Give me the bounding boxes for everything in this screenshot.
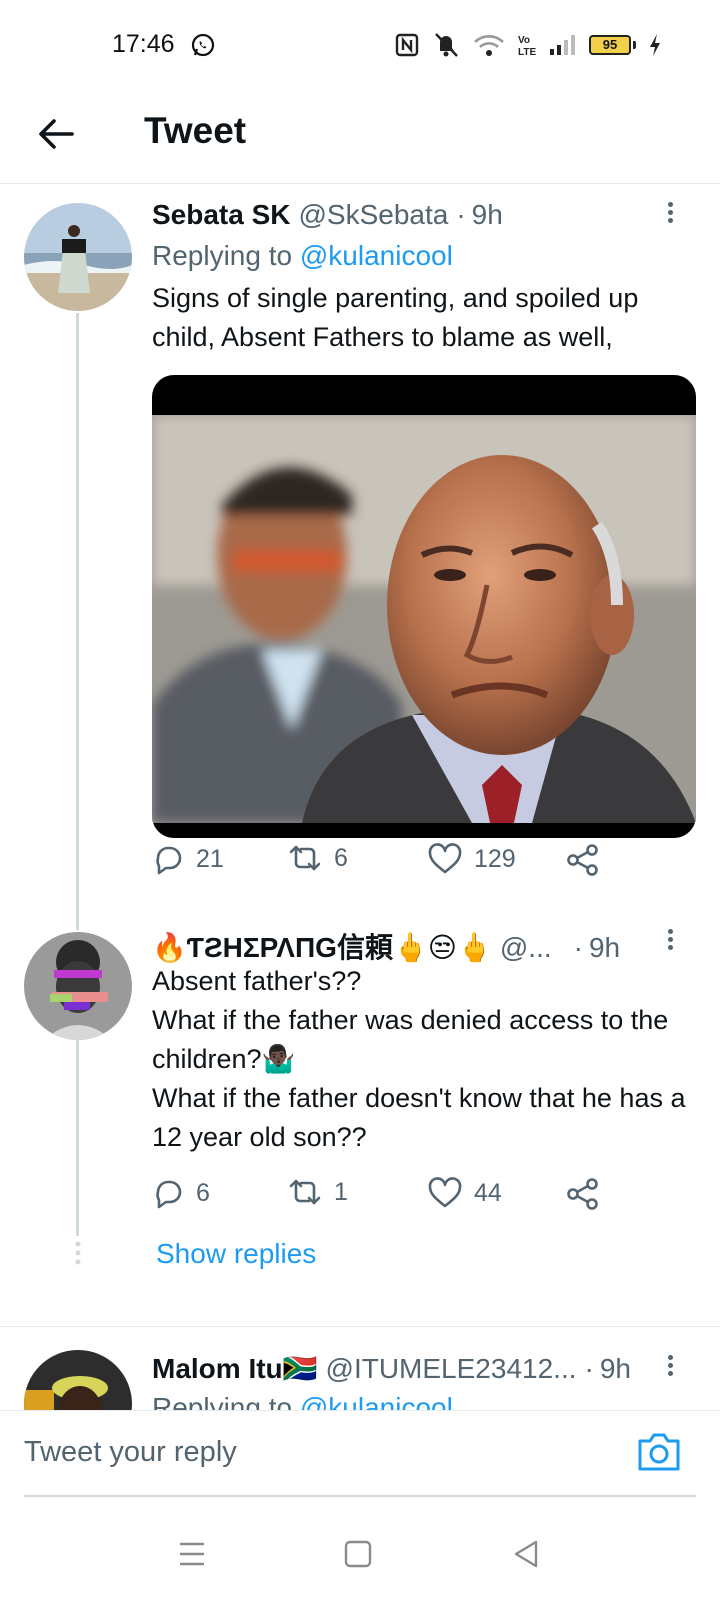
tweet-text: Signs of single parenting, and spoiled u… — [152, 283, 639, 352]
share-button[interactable] — [566, 843, 600, 877]
separator-dot: · — [584, 1353, 594, 1384]
like-icon — [428, 1177, 462, 1208]
show-replies-link[interactable]: Show replies — [156, 1238, 316, 1270]
back-arrow-icon[interactable] — [36, 114, 76, 154]
whatsapp-icon — [191, 33, 215, 57]
reply-count: 6 — [196, 1178, 210, 1207]
tweet-actions: 6 1 44 — [152, 1177, 622, 1217]
mute-icon — [435, 33, 458, 57]
wifi-icon — [474, 35, 504, 56]
reply-icon — [156, 1180, 182, 1209]
retweet-icon — [289, 1179, 321, 1205]
separator-dot: · — [573, 932, 583, 963]
home-icon[interactable] — [338, 1534, 378, 1574]
volte-icon: VoLTE — [518, 35, 536, 58]
photo — [152, 415, 696, 823]
menu-icon[interactable] — [172, 1534, 212, 1574]
tweet[interactable]: Malom Itu🇿🇦 @ITUMELE23412... · 9h Replyi… — [0, 1326, 720, 1410]
timestamp[interactable]: 9h — [472, 199, 503, 231]
replying-to: Replying to @kulanicool — [152, 240, 453, 272]
thread-line — [76, 1040, 79, 1236]
display-name[interactable]: Malom Itu🇿🇦 — [152, 1352, 318, 1385]
like-button[interactable]: 129 — [428, 843, 516, 875]
reply-button[interactable]: 6 — [152, 1177, 210, 1209]
share-icon — [567, 1178, 598, 1210]
system-navbar — [0, 1510, 720, 1600]
tweet-header: Malom Itu🇿🇦 @ITUMELE23412... · 9h — [152, 1352, 664, 1385]
like-count: 129 — [474, 844, 516, 873]
more-icon[interactable] — [660, 1352, 680, 1384]
like-icon — [428, 843, 462, 874]
retweet-count: 1 — [334, 1177, 348, 1206]
separator-dot: · — [456, 199, 466, 230]
camera-icon[interactable] — [636, 1429, 682, 1473]
retweet-button[interactable]: 6 — [288, 843, 348, 873]
username[interactable]: @SkSebata — [299, 199, 449, 231]
page-title: Tweet — [144, 110, 247, 151]
timestamp[interactable]: 9h — [600, 1353, 631, 1385]
status-time: 17:46 — [112, 30, 175, 58]
thread-line — [76, 313, 79, 930]
username[interactable]: @ITUMELE23412... — [326, 1353, 577, 1385]
reply-count: 21 — [196, 844, 224, 873]
tweet-text: Absent father's?? What if the father was… — [152, 966, 686, 1152]
display-name[interactable]: 🔥ƬƧΗΣΡΛΠG信頼🖕😒🖕 — [152, 926, 492, 966]
replying-prefix: Replying to — [152, 1392, 293, 1410]
replying-to-link[interactable]: @kulanicool — [300, 240, 453, 271]
tweet-actions: 21 6 129 — [152, 843, 622, 883]
signal-icon — [550, 35, 575, 55]
tweet-header: 🔥ƬƧΗΣΡΛΠG信頼🖕😒🖕 @... · 9h — [152, 926, 664, 966]
reply-composer — [0, 1410, 720, 1502]
reply-button[interactable]: 21 — [152, 843, 224, 875]
thread-dots — [75, 1241, 81, 1265]
composer-underline — [24, 1495, 696, 1497]
avatar[interactable] — [24, 932, 132, 1040]
retweet-button[interactable]: 1 — [288, 1177, 348, 1207]
like-button[interactable]: 44 — [428, 1177, 502, 1209]
replying-to-link[interactable]: @kulanicool — [300, 1392, 453, 1410]
tweet[interactable]: Sebata SK @SkSebata · 9h Replying to @ku… — [0, 185, 720, 930]
username[interactable]: @... — [500, 932, 552, 964]
battery-icon: 95 — [589, 35, 636, 55]
more-icon[interactable] — [660, 199, 680, 231]
replying-prefix: Replying to — [152, 240, 293, 271]
reply-icon — [156, 846, 182, 875]
share-icon — [567, 844, 598, 876]
share-button[interactable] — [566, 1177, 600, 1211]
more-icon[interactable] — [660, 926, 680, 958]
back-nav-icon[interactable] — [506, 1534, 546, 1574]
status-icons: Vo LTE 95 — [395, 30, 662, 60]
tweet-header: Sebata SK @SkSebata · 9h — [152, 199, 664, 231]
tweet-image[interactable] — [152, 375, 696, 838]
retweet-icon — [289, 845, 321, 871]
retweet-count: 6 — [334, 843, 348, 872]
battery-level: 95 — [589, 35, 631, 55]
timestamp[interactable]: 9h — [589, 932, 620, 964]
tweet[interactable]: 🔥ƬƧΗΣΡΛΠG信頼🖕😒🖕 @... · 9h Absent father's… — [0, 922, 720, 1307]
avatar[interactable] — [24, 1350, 132, 1410]
header: Tweet — [0, 92, 720, 184]
charging-icon — [650, 34, 660, 56]
display-name[interactable]: Sebata SK — [152, 199, 291, 231]
like-count: 44 — [474, 1178, 502, 1207]
svg-text:LTE: LTE — [518, 47, 536, 58]
svg-text:Vo: Vo — [518, 35, 530, 46]
nfc-icon — [395, 33, 419, 57]
reply-input[interactable] — [24, 1429, 624, 1475]
avatar[interactable] — [24, 203, 132, 311]
replying-to: Replying to @kulanicool — [152, 1392, 453, 1410]
status-bar: 17:46 Vo LTE 95 — [0, 0, 720, 92]
